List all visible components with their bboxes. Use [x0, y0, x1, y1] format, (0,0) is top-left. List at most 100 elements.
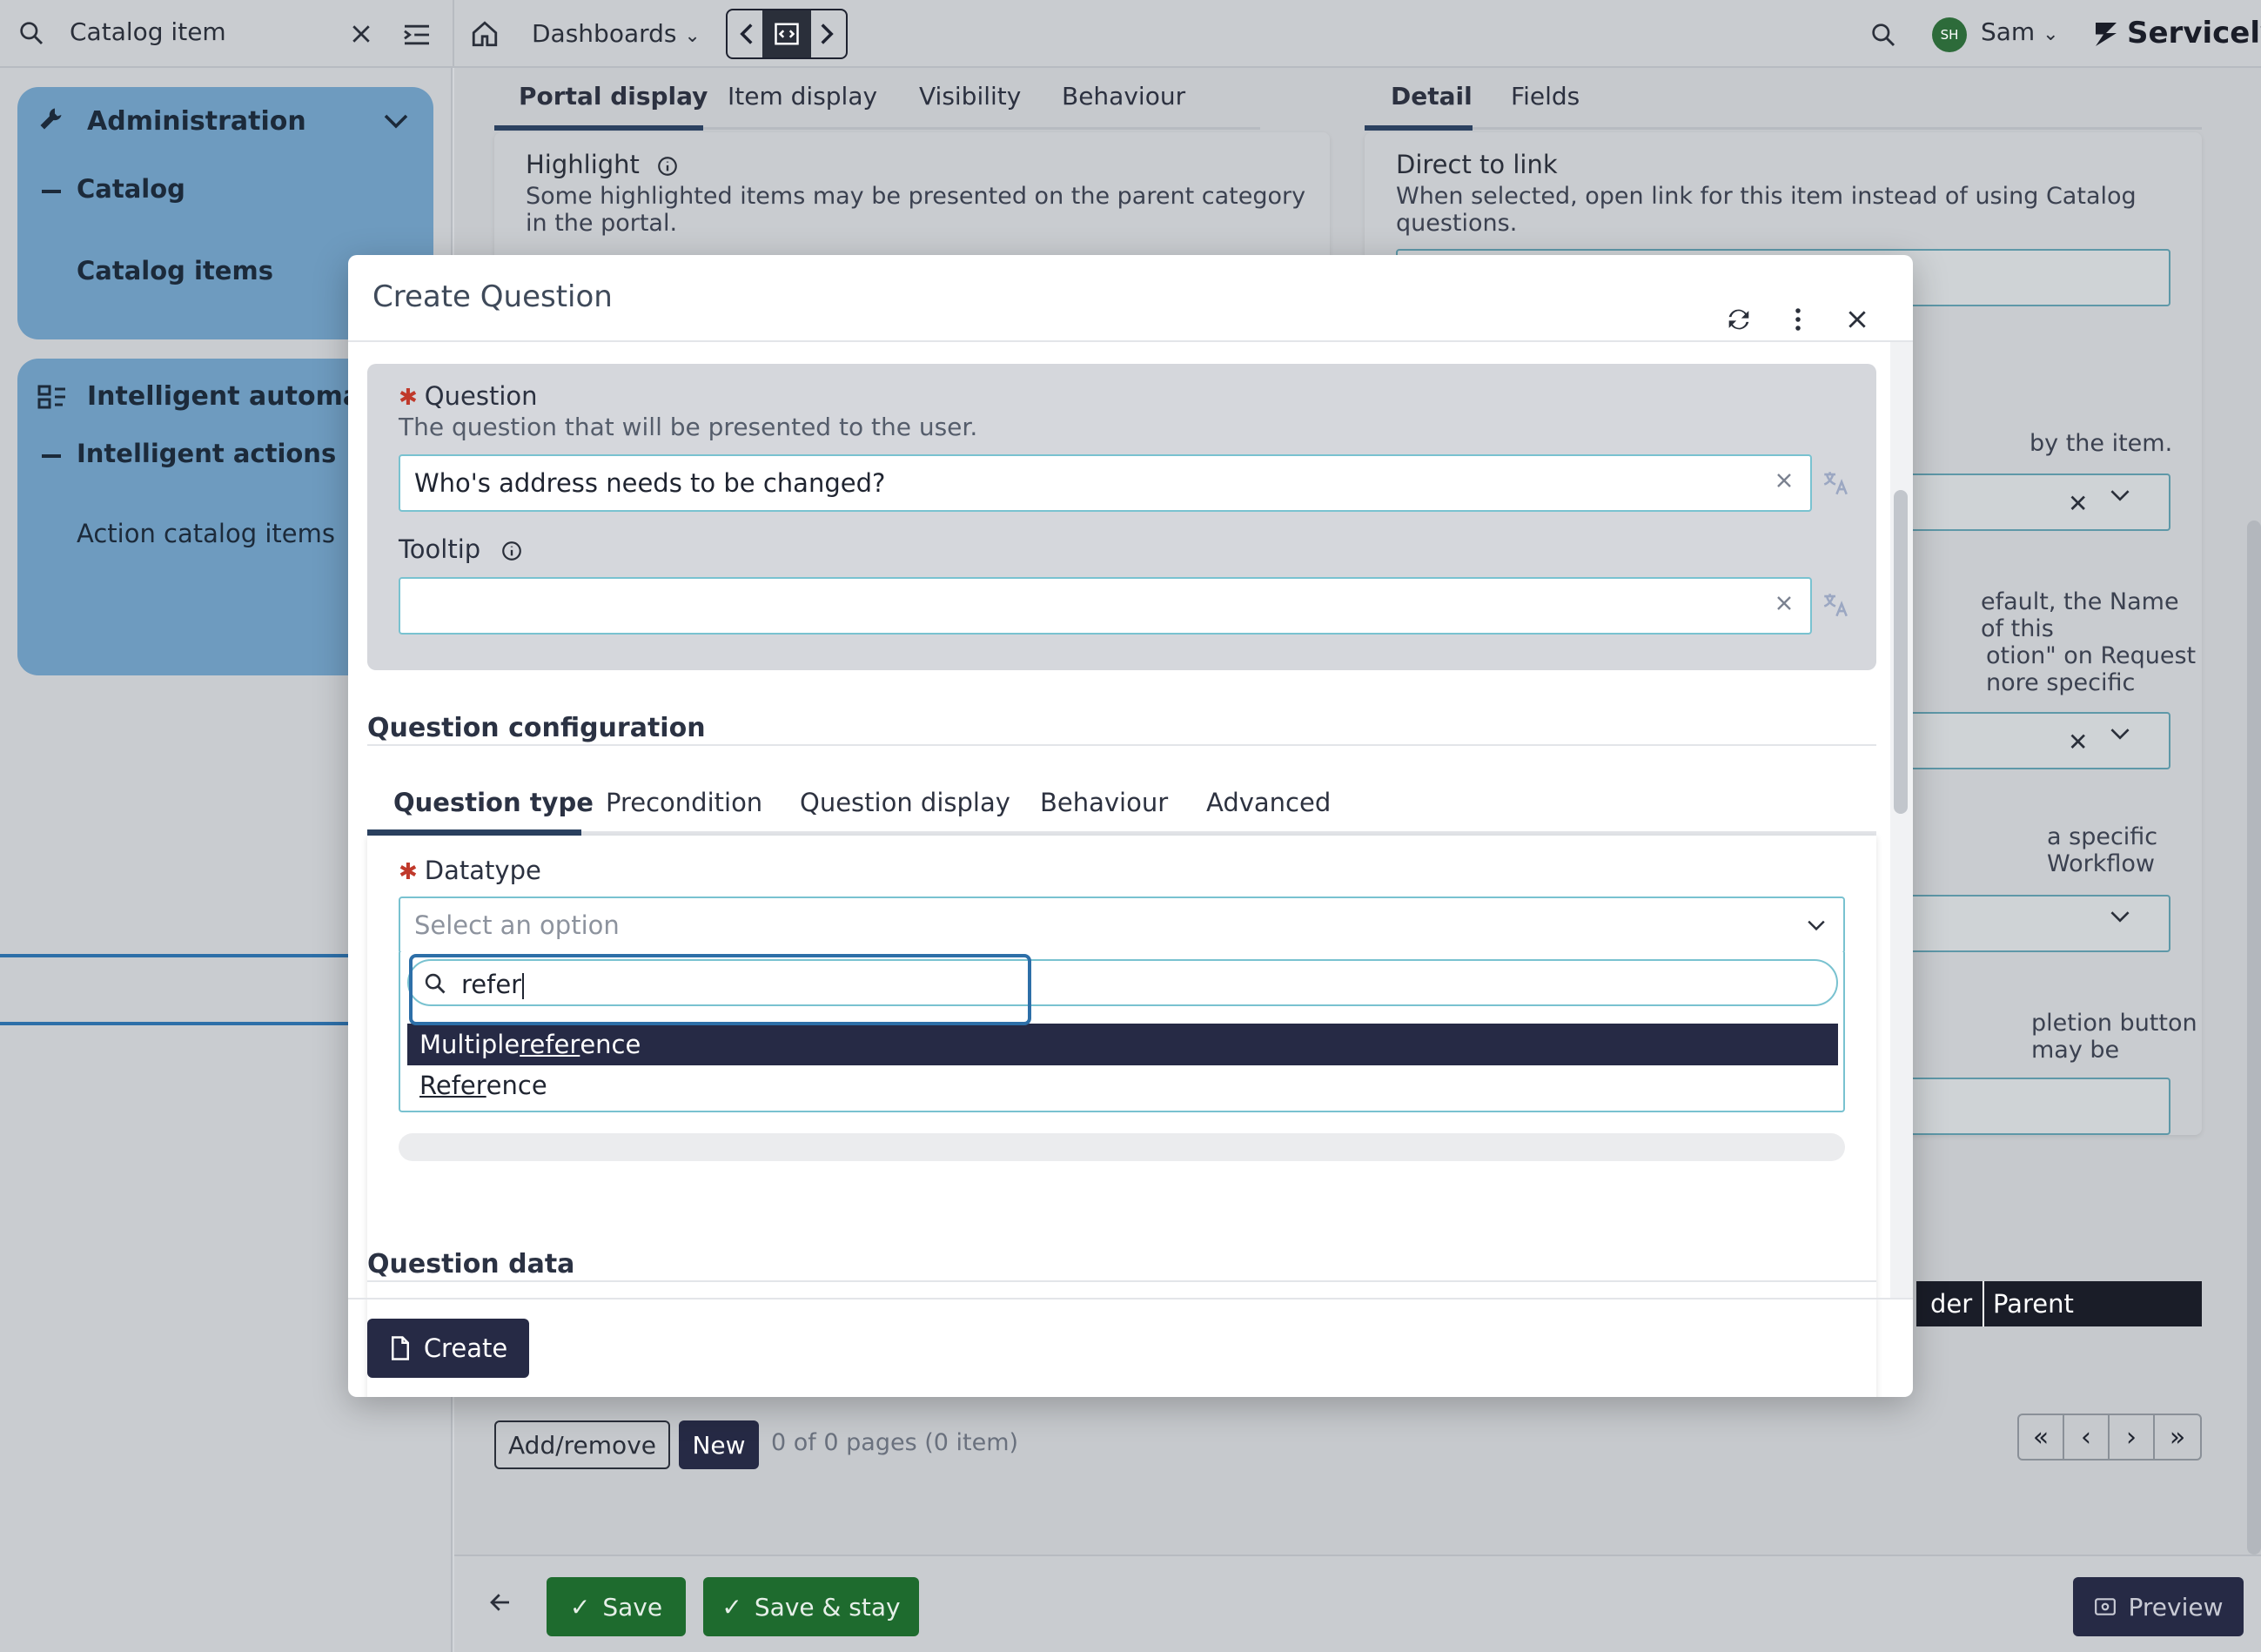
- tab-detail[interactable]: Detail: [1391, 82, 1473, 111]
- search-icon: [17, 19, 45, 47]
- select-field[interactable]: ✕: [1887, 473, 2170, 531]
- checkmark-icon: ✓: [569, 1592, 591, 1622]
- tab-question-display[interactable]: Question display: [800, 788, 1010, 817]
- info-icon[interactable]: [656, 155, 679, 178]
- administration-title[interactable]: Administration: [87, 106, 306, 137]
- footer-bar: ✓ Save ✓ Save & stay Preview: [454, 1555, 2261, 1652]
- topbar-divider: [453, 0, 454, 68]
- field-description-fragment: pletion button may be: [2031, 1010, 2197, 1064]
- collapse-dash-icon: [42, 190, 61, 193]
- automation-icon: [37, 383, 68, 411]
- question-data-title: Question data: [367, 1249, 575, 1279]
- dialog-scrollbar-thumb[interactable]: [1894, 490, 1908, 814]
- tab-advanced[interactable]: Advanced: [1206, 788, 1331, 817]
- search-icon[interactable]: [1869, 21, 1897, 49]
- brand-name: Servicely: [2127, 16, 2261, 50]
- dropdown-option-reference[interactable]: Refer ence: [407, 1065, 1838, 1105]
- tab-portal-display[interactable]: Portal display: [519, 82, 708, 111]
- dialog-title: Create Question: [372, 279, 613, 314]
- direct-to-link-description: When selected, open link for this item i…: [1396, 183, 2137, 237]
- forward-arrow-icon[interactable]: [811, 13, 842, 55]
- sidebar-item-intelligent-actions[interactable]: Intelligent actions: [77, 439, 336, 468]
- user-name: Sam: [1981, 17, 2036, 46]
- chevron-down-icon[interactable]: [2110, 487, 2130, 503]
- collapse-dash-icon: [42, 454, 61, 458]
- clear-icon[interactable]: [1774, 593, 1795, 614]
- add-remove-button[interactable]: Add/remove: [494, 1420, 670, 1469]
- highlight-label: Highlight: [526, 150, 679, 179]
- refresh-icon[interactable]: [1718, 299, 1760, 340]
- direct-to-link-label: Direct to link: [1396, 150, 1558, 179]
- text-field[interactable]: [1887, 1078, 2170, 1135]
- close-icon[interactable]: [1836, 299, 1878, 340]
- more-options-icon[interactable]: [1777, 299, 1819, 340]
- table-header-parent[interactable]: Parent: [1993, 1289, 2074, 1319]
- dashboards-menu[interactable]: Dashboards ⌄: [532, 19, 701, 48]
- horizontal-scrollbar[interactable]: [399, 1133, 1845, 1161]
- datatype-select[interactable]: Select an option: [399, 897, 1845, 954]
- clear-icon[interactable]: ✕: [2068, 489, 2088, 518]
- new-button[interactable]: New: [679, 1420, 759, 1469]
- dropdown-option-multiple-reference[interactable]: Multiple refer ence: [407, 1024, 1838, 1065]
- dialog-footer-divider: [348, 1298, 1913, 1299]
- back-arrow-icon[interactable]: [731, 13, 762, 55]
- preview-label: Preview: [2128, 1592, 2224, 1622]
- tab-precondition[interactable]: Precondition: [606, 788, 762, 817]
- translate-icon[interactable]: [1821, 590, 1850, 620]
- back-arrow-icon[interactable]: [487, 1589, 513, 1615]
- preview-icon: [2094, 1595, 2117, 1618]
- question-configuration-title: Question configuration: [367, 713, 706, 743]
- clear-icon[interactable]: [1774, 470, 1795, 491]
- avatar[interactable]: SH: [1932, 17, 1967, 52]
- question-input[interactable]: Who's address needs to be changed?: [399, 454, 1812, 512]
- save-label: Save: [602, 1592, 663, 1622]
- chevron-down-icon[interactable]: [1807, 919, 1826, 931]
- select-field[interactable]: ✕: [1887, 712, 2170, 769]
- sidebar-item-catalog-items[interactable]: Catalog items: [77, 256, 273, 285]
- create-button[interactable]: Create: [367, 1319, 529, 1378]
- table-header-divider: [1983, 1281, 1984, 1326]
- chevron-down-icon[interactable]: [2110, 909, 2130, 924]
- last-page-icon[interactable]: »: [2155, 1415, 2200, 1459]
- tab-question-type[interactable]: Question type: [393, 788, 594, 817]
- code-view-icon[interactable]: [762, 10, 811, 57]
- next-page-icon[interactable]: ›: [2110, 1415, 2156, 1459]
- select-field[interactable]: [1887, 895, 2170, 952]
- tab-visibility[interactable]: Visibility: [919, 82, 1021, 111]
- tab-rule: [703, 127, 1260, 130]
- tab-behaviour[interactable]: Behaviour: [1040, 788, 1168, 817]
- tab-item-display[interactable]: Item display: [728, 82, 877, 111]
- page-scrollbar[interactable]: [2247, 520, 2261, 1555]
- translate-icon[interactable]: [1821, 468, 1850, 498]
- first-page-icon[interactable]: «: [2019, 1415, 2065, 1459]
- tab-behaviour[interactable]: Behaviour: [1062, 82, 1185, 111]
- table-header-cell[interactable]: der: [1930, 1289, 1977, 1319]
- dialog-scrollbar[interactable]: [1890, 342, 1913, 1298]
- tab-fields[interactable]: Fields: [1511, 82, 1580, 111]
- dialog-header-divider: [348, 340, 1913, 342]
- user-menu[interactable]: Sam ⌄: [1981, 17, 2059, 46]
- collapse-menu-icon[interactable]: [402, 23, 432, 47]
- save-and-stay-button[interactable]: ✓ Save & stay: [703, 1577, 919, 1636]
- sidebar-item-action-catalog-items[interactable]: Action catalog items: [77, 519, 335, 548]
- clear-icon[interactable]: ✕: [2068, 728, 2088, 756]
- checkmark-icon: ✓: [721, 1592, 742, 1622]
- clear-search-icon[interactable]: [348, 21, 374, 47]
- previous-page-icon[interactable]: ‹: [2064, 1415, 2110, 1459]
- highlight-description: Some highlighted items may be presented …: [526, 183, 1306, 237]
- chevron-down-icon[interactable]: [2110, 726, 2130, 742]
- preview-button[interactable]: Preview: [2073, 1577, 2244, 1636]
- home-icon[interactable]: [470, 19, 500, 49]
- sidebar-item-catalog[interactable]: Catalog: [77, 174, 185, 204]
- dashboards-label: Dashboards: [532, 19, 677, 48]
- chevron-down-icon: ⌄: [684, 25, 701, 47]
- chevron-down-icon: ⌄: [2043, 24, 2059, 45]
- tab-rule: [1473, 127, 2202, 130]
- tooltip-input[interactable]: [399, 577, 1812, 635]
- save-button[interactable]: ✓ Save: [547, 1577, 686, 1636]
- chevron-down-icon[interactable]: [383, 111, 409, 131]
- info-icon[interactable]: [500, 540, 523, 562]
- datatype-placeholder: Select an option: [414, 910, 620, 940]
- global-search-input[interactable]: Catalog item: [70, 17, 226, 46]
- servicely-logo-icon: [2096, 23, 2117, 46]
